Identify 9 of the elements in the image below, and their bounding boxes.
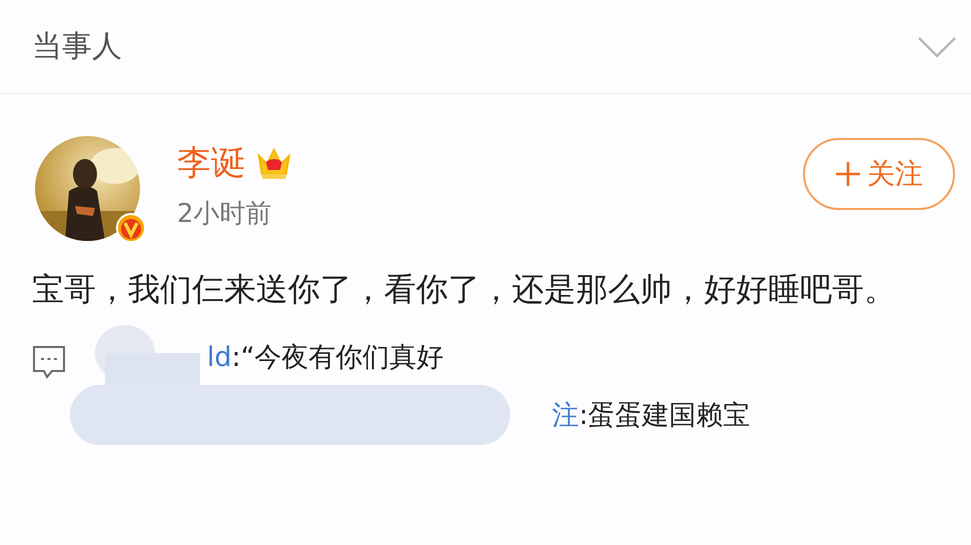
post-time: 2小时前: [177, 198, 273, 231]
section-title: 当事人: [32, 28, 122, 66]
follow-button[interactable]: 关注: [803, 138, 955, 210]
post-text: 宝哥，我们仨来送你了，看你了，还是那么帅，好好睡吧哥。: [32, 269, 897, 310]
plus-icon: [835, 161, 861, 187]
comment-icon[interactable]: [32, 345, 66, 381]
comment: ld:“今夜有你们真好: [207, 341, 445, 375]
author-name[interactable]: 李诞: [177, 140, 245, 186]
comment: 注:蛋蛋建国赖宝: [552, 399, 750, 433]
